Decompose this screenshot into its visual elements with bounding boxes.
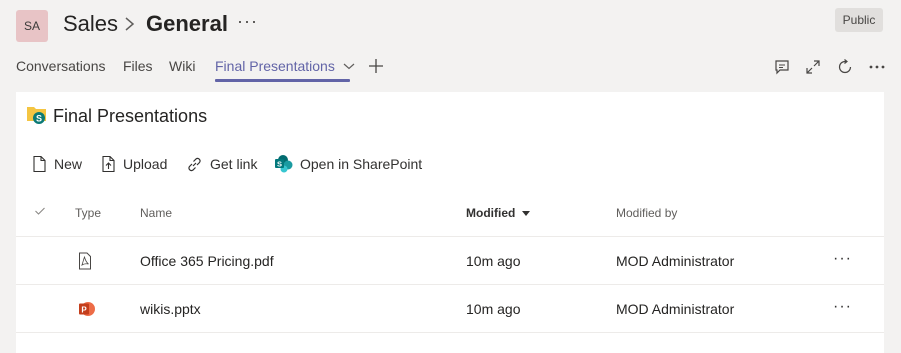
tab-files[interactable]: Files	[123, 58, 153, 74]
select-all-checkbox[interactable]	[34, 205, 46, 220]
column-header-name[interactable]: Name	[140, 206, 172, 220]
tab-wiki[interactable]: Wiki	[169, 58, 195, 74]
refresh-icon[interactable]	[836, 58, 854, 76]
team-avatar[interactable]: SA	[16, 10, 48, 42]
chevron-down-icon	[343, 63, 355, 70]
breadcrumb-separator	[123, 13, 137, 40]
upload-button-label: Upload	[123, 156, 168, 172]
sort-descending-icon	[521, 210, 530, 216]
column-header-type[interactable]: Type	[75, 206, 101, 220]
channel-name[interactable]: General	[146, 11, 228, 37]
svg-text:S: S	[36, 114, 42, 124]
more-icon[interactable]	[868, 58, 886, 76]
checkmark-icon	[35, 207, 45, 215]
sharepoint-icon: S	[275, 155, 293, 173]
chevron-right-icon	[125, 17, 135, 31]
upload-button[interactable]: Upload	[100, 154, 167, 174]
open-in-sharepoint-button[interactable]: S Open in SharePoint	[274, 154, 422, 174]
active-tab-indicator	[215, 79, 350, 82]
conversation-icon[interactable]	[773, 58, 791, 76]
document-library-panel: S Final Presentations New Upload Get lin…	[16, 92, 884, 353]
upload-icon	[102, 155, 115, 173]
public-badge: Public	[835, 8, 883, 32]
channel-header: SA Sales General ··· Public Conversation…	[0, 0, 901, 82]
new-button-label: New	[54, 156, 83, 172]
file-modified-by: MOD Administrator	[616, 253, 735, 269]
library-title: Final Presentations	[53, 106, 208, 126]
file-modified: 10m ago	[466, 253, 521, 269]
column-header-modified-label: Modified	[466, 206, 516, 220]
file-modified: 10m ago	[466, 301, 521, 317]
row-more-button[interactable]: ···	[833, 298, 852, 316]
row-divider	[16, 332, 884, 333]
sharepoint-folder-icon: S	[26, 104, 48, 126]
column-header-modified-by[interactable]: Modified by	[616, 206, 677, 220]
get-link-button-label: Get link	[210, 156, 258, 172]
header-divider	[16, 236, 884, 237]
open-in-sharepoint-label: Open in SharePoint	[300, 156, 423, 172]
plus-icon	[369, 59, 383, 73]
tab-conversations[interactable]: Conversations	[16, 58, 106, 74]
svg-text:S: S	[277, 159, 282, 168]
column-header-modified[interactable]: Modified	[466, 206, 530, 220]
new-document-icon	[33, 155, 46, 173]
file-modified-by: MOD Administrator	[616, 301, 735, 317]
row-divider	[16, 284, 884, 285]
team-name[interactable]: Sales	[63, 11, 118, 37]
file-name[interactable]: Office 365 Pricing.pdf	[140, 253, 274, 269]
svg-text:P: P	[81, 306, 87, 315]
pptx-file-icon: P	[78, 300, 96, 321]
row-more-button[interactable]: ···	[833, 250, 852, 268]
tab-final-presentations-label: Final Presentations	[215, 58, 335, 74]
get-link-button[interactable]: Get link	[186, 154, 257, 174]
tab-final-presentations[interactable]: Final Presentations	[215, 58, 355, 74]
new-button[interactable]: New	[31, 154, 82, 174]
expand-icon[interactable]	[804, 58, 822, 76]
pdf-file-icon	[78, 252, 92, 273]
file-name[interactable]: wikis.pptx	[140, 301, 201, 317]
channel-more-button[interactable]: ···	[237, 11, 258, 32]
link-icon	[188, 157, 201, 171]
add-tab-button[interactable]	[368, 58, 384, 79]
